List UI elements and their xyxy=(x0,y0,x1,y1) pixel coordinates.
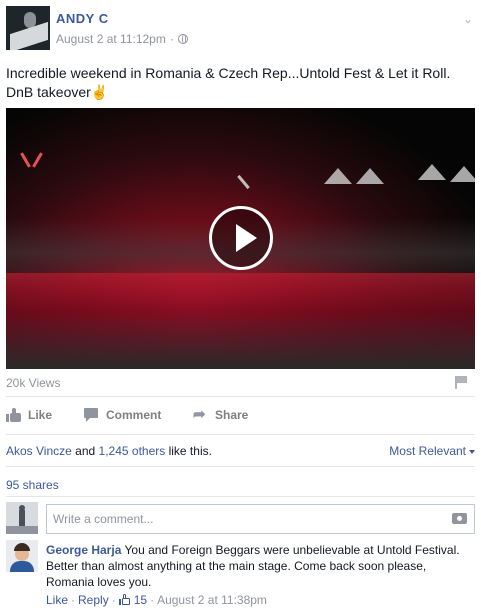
likes-summary: Akos Vincze and 1,245 others like this. xyxy=(6,444,212,458)
comment-button[interactable]: Comment xyxy=(84,402,161,428)
meta-separator: · xyxy=(169,32,174,46)
comment-like-count[interactable]: 15 xyxy=(134,593,147,607)
footer-sep: · xyxy=(150,593,155,607)
sort-label: Most Relevant xyxy=(389,444,466,458)
comment-reply-link[interactable]: Reply xyxy=(78,593,109,607)
divider xyxy=(6,466,475,467)
commenter-avatar[interactable] xyxy=(6,540,38,572)
comment-footer: Like · Reply · 15 · August 2 at 11:38pm xyxy=(46,593,267,607)
likes-and: and xyxy=(75,444,96,458)
sort-comments-dropdown[interactable]: Most Relevant xyxy=(389,444,475,458)
viewer-avatar xyxy=(6,502,38,534)
play-button[interactable] xyxy=(209,206,273,270)
post-text: Incredible weekend in Romania & Czech Re… xyxy=(6,64,476,102)
footer-sep: · xyxy=(71,593,76,607)
like-button[interactable]: Like xyxy=(6,402,52,428)
video-player[interactable] xyxy=(6,108,475,369)
post-text-body: Incredible weekend in Romania & Czech Re… xyxy=(6,65,451,100)
play-icon xyxy=(236,224,257,252)
divider xyxy=(6,496,475,497)
others-link[interactable]: 1,245 others xyxy=(99,444,166,458)
view-count: 20k Views xyxy=(6,376,61,390)
flag-icon[interactable] xyxy=(455,376,467,389)
speech-bubble-icon xyxy=(84,408,100,422)
shares-link[interactable]: 95 shares xyxy=(6,478,59,492)
first-liker-link[interactable]: Akos Vincze xyxy=(6,444,72,458)
author-avatar[interactable] xyxy=(6,6,50,50)
commenter-name[interactable]: George Harja xyxy=(46,543,121,557)
caret-down-icon xyxy=(469,449,475,454)
peace-hand-icon: ✌ xyxy=(90,84,109,100)
post-header: ANDY C August 2 at 11:12pm · ⌄ xyxy=(6,6,475,50)
camera-icon[interactable] xyxy=(452,513,467,524)
chevron-down-icon[interactable]: ⌄ xyxy=(461,12,475,26)
globe-icon xyxy=(177,34,188,44)
share-button[interactable]: ➦ Share xyxy=(193,402,248,428)
divider xyxy=(6,396,475,397)
post-timestamp[interactable]: August 2 at 11:12pm xyxy=(56,32,166,46)
post-card: ANDY C August 2 at 11:12pm · ⌄ Incredibl… xyxy=(0,0,481,615)
likes-suffix: like this. xyxy=(168,444,212,458)
divider xyxy=(6,434,475,435)
share-arrow-icon: ➦ xyxy=(193,406,206,423)
post-meta: August 2 at 11:12pm · xyxy=(56,32,188,46)
footer-sep: · xyxy=(111,593,116,607)
comment-input[interactable] xyxy=(46,504,475,534)
comment-label: Comment xyxy=(106,408,162,422)
post-actions: Like Comment ➦ Share xyxy=(6,402,475,428)
thumbs-up-icon xyxy=(6,408,22,422)
like-label: Like xyxy=(28,408,53,422)
comment-timestamp[interactable]: August 2 at 11:38pm xyxy=(157,593,267,607)
thumbs-up-icon xyxy=(118,594,131,606)
comment-body: George Harja You and Foreign Beggars wer… xyxy=(46,542,475,590)
comment-like-link[interactable]: Like xyxy=(46,593,68,607)
share-label: Share xyxy=(215,408,249,422)
author-name[interactable]: ANDY C xyxy=(56,11,109,26)
comment-composer xyxy=(6,502,475,534)
